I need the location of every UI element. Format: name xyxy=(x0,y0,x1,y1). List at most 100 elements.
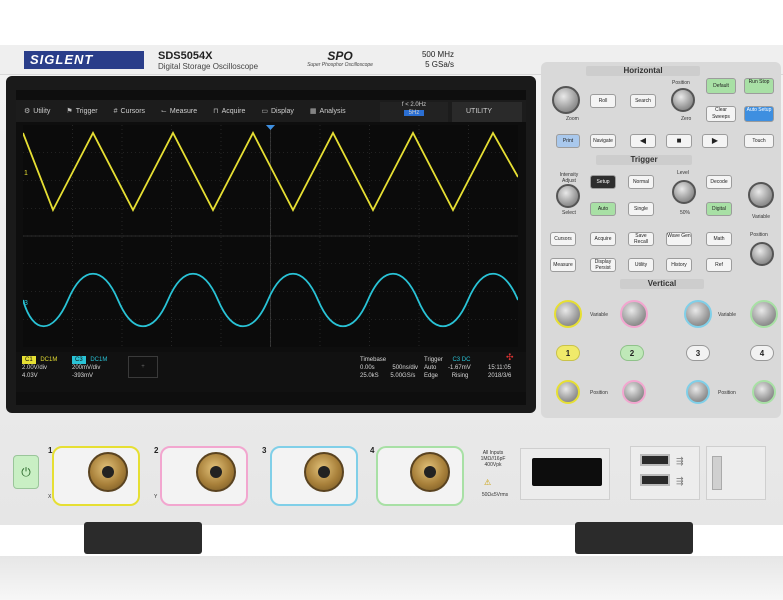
ch4-button[interactable]: 4 xyxy=(750,345,774,361)
display-persist-button[interactable]: Display Persist xyxy=(590,258,616,272)
input-1-bnc[interactable] xyxy=(88,452,128,492)
usb-port-2[interactable] xyxy=(640,474,670,486)
menu-cursors[interactable]: # Cursors xyxy=(106,108,153,115)
ch4-scale-knob[interactable] xyxy=(750,300,778,328)
trigger-section-label: Trigger xyxy=(596,155,692,165)
select-label: Select xyxy=(562,210,576,216)
acquire-icon: ⊓ xyxy=(213,108,219,115)
ch4-position-knob[interactable] xyxy=(752,380,776,404)
ch3-button[interactable]: 3 xyxy=(686,345,710,361)
timebase-status[interactable]: Timebase 0.00s 500ns/div 25.0kS 5.00GS/s xyxy=(360,356,418,380)
input-4-bnc[interactable] xyxy=(410,452,450,492)
bnc-center xyxy=(210,466,222,478)
aux-window xyxy=(532,458,602,486)
ref-position-knob[interactable] xyxy=(750,242,774,266)
spo-logo: SPO xyxy=(327,49,353,63)
c1-status[interactable]: C1 DC1M 2.00V/div 4.03V xyxy=(22,356,60,380)
acquire-button[interactable]: Acquire xyxy=(590,232,616,246)
nav-right-button[interactable]: ▶ xyxy=(702,134,728,148)
trigger-status[interactable]: Trigger C3 DC Auto -1.67mV Edge Rising xyxy=(424,356,471,380)
menu-trigger[interactable]: ⚑ Trigger xyxy=(58,107,105,116)
touch-button[interactable]: Touch xyxy=(744,134,774,148)
horizontal-position-knob[interactable] xyxy=(671,88,695,112)
clear-sweeps-button[interactable]: Clear Sweeps xyxy=(706,106,736,122)
usb-port-1[interactable] xyxy=(640,454,670,466)
ch3-scale-knob[interactable] xyxy=(684,300,712,328)
trigger-level-knob[interactable] xyxy=(672,180,696,204)
horizontal-scale-knob[interactable] xyxy=(552,86,580,114)
cal-terminal[interactable] xyxy=(712,456,722,490)
print-button[interactable]: Print xyxy=(556,134,580,148)
digital-variable-knob[interactable] xyxy=(748,182,774,208)
c1-coupling: DC1M xyxy=(40,357,58,363)
bnc-center xyxy=(102,466,114,478)
cursor-icon: # xyxy=(113,107,118,115)
ch2-position-knob[interactable] xyxy=(622,380,646,404)
display-screen[interactable]: ⚙ Utility ⚑ Trigger # Cursors ⌙ Measure ⊓ Acq… xyxy=(16,90,526,405)
bnc-center xyxy=(424,466,436,478)
utility-tab[interactable]: UTILITY xyxy=(452,102,522,122)
measure-button[interactable]: Measure xyxy=(550,258,576,272)
gear-icon: ⚙ xyxy=(24,108,31,115)
input-3-bnc[interactable] xyxy=(304,452,344,492)
search-button[interactable]: Search xyxy=(630,94,656,108)
input-2-bnc[interactable] xyxy=(196,452,236,492)
ch1-position-knob[interactable] xyxy=(556,380,580,404)
menu-measure[interactable]: ⌙ Measure xyxy=(153,107,205,116)
menu-acquire[interactable]: ⊓ Acquire xyxy=(205,107,253,116)
ch2-button[interactable]: 2 xyxy=(620,345,644,361)
run-stop-button[interactable]: Run Stop xyxy=(744,78,774,94)
utility-button[interactable]: Utility xyxy=(628,258,654,272)
ch2-scale-knob[interactable] xyxy=(620,300,648,328)
trigger-setup-button[interactable]: Setup xyxy=(590,175,616,189)
level-label: Level xyxy=(677,170,689,176)
fifty-percent-label: 50% xyxy=(680,210,691,216)
menu-analysis[interactable]: ▦ Analysis xyxy=(302,107,354,116)
math-button[interactable]: Math xyxy=(706,232,732,246)
ch1-scale-knob[interactable] xyxy=(554,300,582,328)
nav-left-button[interactable]: ◀ xyxy=(630,134,656,148)
input-2-label: 2 xyxy=(154,446,159,455)
roll-button[interactable]: Roll xyxy=(590,94,616,108)
trigger-mode: Auto xyxy=(424,365,437,371)
wave-gen-button[interactable]: Wave Gen xyxy=(666,232,692,246)
history-button[interactable]: History xyxy=(666,258,692,272)
trigger-type: Edge xyxy=(424,373,439,379)
intensity-label: Intensity Adjust xyxy=(559,172,579,184)
trigger-single-button[interactable]: Single xyxy=(628,202,654,216)
menu-utility[interactable]: ⚙ Utility xyxy=(16,107,58,116)
auto-setup-button[interactable]: Auto Setup xyxy=(744,106,774,122)
trigger-auto-button[interactable]: Auto xyxy=(590,202,616,216)
position-label-right: Position xyxy=(718,390,736,396)
ref-button[interactable]: Ref xyxy=(706,258,732,272)
variable-label-left: Variable xyxy=(590,312,608,318)
decode-button[interactable]: Decode xyxy=(706,175,732,189)
menu-display[interactable]: ▭ Display xyxy=(253,107,302,116)
clock-time: 15:11:05 xyxy=(488,365,511,371)
menu-label: Analysis xyxy=(319,107,346,115)
c3-scale: 200mV/div xyxy=(72,365,101,371)
power-button[interactable]: ⏻ xyxy=(13,455,39,489)
ch3-position-knob[interactable] xyxy=(686,380,710,404)
navigate-button[interactable]: Navigate xyxy=(590,134,616,148)
network-icon: ✣ xyxy=(506,352,514,362)
input-4-label: 4 xyxy=(370,446,375,455)
bnc-center xyxy=(318,466,330,478)
c3-tag: C3 xyxy=(72,356,86,364)
trigger-normal-button[interactable]: Normal xyxy=(628,175,654,189)
utility-tab-label: UTILITY xyxy=(466,108,493,115)
variable-label-right: Variable xyxy=(718,312,736,318)
nav-stop-button[interactable]: ■ xyxy=(666,134,692,148)
cursors-button[interactable]: Cursors xyxy=(550,232,576,246)
digital-button[interactable]: Digital xyxy=(706,202,732,216)
default-button[interactable]: Default xyxy=(706,78,736,94)
c3-status[interactable]: C3 DC1M 200mV/div -393mV xyxy=(72,356,110,380)
ch1-button[interactable]: 1 xyxy=(556,345,580,361)
save-recall-button[interactable]: Save Recall xyxy=(628,232,654,246)
add-channel-slot[interactable]: + xyxy=(128,356,158,378)
c3-offset: -393mV xyxy=(72,373,94,379)
input-rating-label: All Inputs 1MΩ//16pF 400Vpk xyxy=(480,450,506,468)
intensity-knob[interactable] xyxy=(556,184,580,208)
menu-label: Trigger xyxy=(75,107,98,115)
flag-icon: ⚑ xyxy=(66,108,73,115)
